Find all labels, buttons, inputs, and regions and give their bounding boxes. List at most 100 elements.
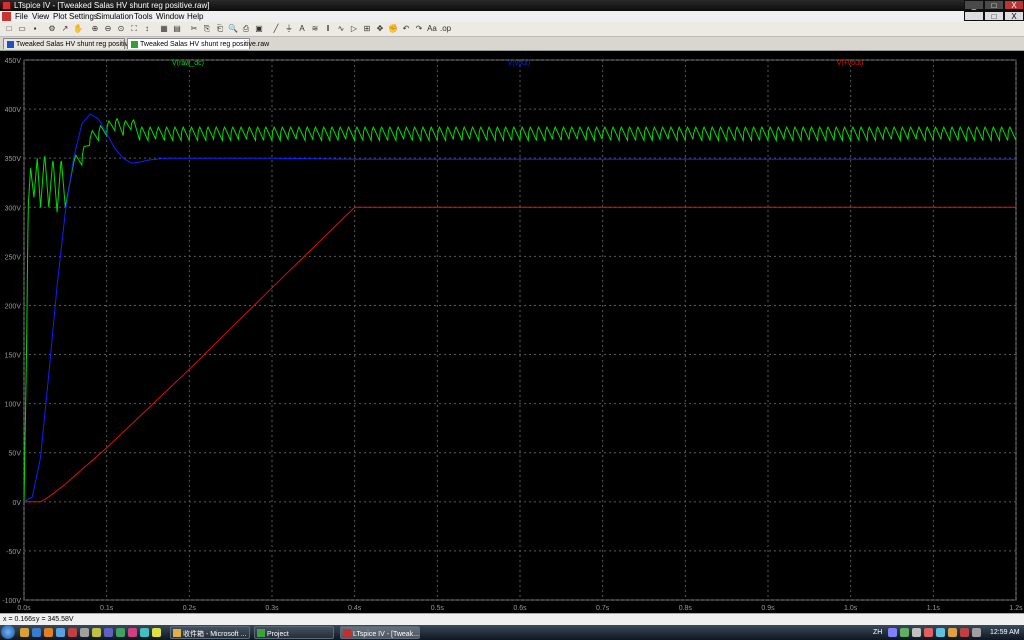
spice-directive-icon[interactable]: .op <box>440 24 451 34</box>
document-icon[interactable] <box>2 12 11 21</box>
ground-icon[interactable]: ⏚ <box>284 24 294 34</box>
firefox-icon[interactable] <box>44 628 53 637</box>
taskbar-ltspice-label: LTspice IV - [Tweak... <box>353 631 420 638</box>
legend-entry: V(raw_dc) <box>172 60 204 67</box>
copy-icon[interactable]: ⎘ <box>202 24 212 34</box>
ltspice-icon <box>343 629 351 637</box>
menu-window[interactable]: Window <box>156 11 184 22</box>
wire-icon[interactable]: ╱ <box>271 24 281 34</box>
y-tick-label: 450V <box>5 58 22 65</box>
x-tick-label: 0.7s <box>596 605 610 612</box>
menu-file[interactable]: File <box>15 11 28 22</box>
menu-plot-settings[interactable]: Plot Settings <box>53 11 98 22</box>
label-icon[interactable]: A <box>297 24 307 34</box>
menu-help[interactable]: Help <box>187 11 203 22</box>
taskbar-project-label: Project <box>267 631 289 638</box>
tray-icon-4[interactable] <box>924 628 933 637</box>
tab-schematic[interactable]: Tweaked Salas HV shunt reg positive.asc <box>3 38 145 49</box>
tab-bar: Tweaked Salas HV shunt reg positive.asc … <box>0 37 1024 51</box>
x-tick-label: 1.2s <box>1009 605 1023 612</box>
tray-icon-2[interactable] <box>900 628 909 637</box>
app-icon-4[interactable] <box>116 628 125 637</box>
internet-explorer-icon[interactable] <box>32 628 41 637</box>
app-icon-6[interactable] <box>140 628 149 637</box>
zoom-extents-icon[interactable]: ⛶ <box>129 24 139 34</box>
taskbar-outlook[interactable]: 收件箱 - Microsoft ... <box>170 626 250 639</box>
drag-icon[interactable]: ✊ <box>388 24 398 34</box>
resistor-icon[interactable]: ≋ <box>310 24 320 34</box>
minimize-button[interactable]: _ <box>964 0 984 10</box>
app-icon-7[interactable] <box>152 628 161 637</box>
taskbar-outlook-label: 收件箱 - Microsoft ... <box>183 631 247 638</box>
app-icon-2[interactable] <box>92 628 101 637</box>
window-controls: _ □ X <box>964 0 1024 11</box>
x-tick-label: 1.0s <box>844 605 858 612</box>
component-icon[interactable]: ⊞ <box>362 24 372 34</box>
y-tick-label: 350V <box>5 156 22 163</box>
zoom-in-icon[interactable]: ⊕ <box>90 24 100 34</box>
paste-icon[interactable]: ⎗ <box>215 24 225 34</box>
capacitor-icon[interactable]: ‖ <box>323 24 333 34</box>
tile-icon[interactable]: ▦ <box>159 24 169 34</box>
tray-icon-6[interactable] <box>960 628 969 637</box>
window-title: LTspice IV - [Tweaked Salas HV shunt reg… <box>14 1 210 10</box>
control-panel-icon[interactable]: ⚙ <box>47 24 57 34</box>
volume-icon[interactable] <box>972 628 981 637</box>
window-titlebar: LTspice IV - [Tweaked Salas HV shunt reg… <box>0 0 1024 11</box>
outlook-icon <box>173 629 181 637</box>
menu-tools[interactable]: Tools <box>134 11 153 22</box>
print-icon[interactable]: ⎙ <box>241 24 251 34</box>
tab-waveform-label: Tweaked Salas HV shunt reg positive.raw <box>140 41 270 48</box>
app-icon-3[interactable] <box>104 628 113 637</box>
taskbar-project[interactable]: Project <box>254 626 334 639</box>
open-icon[interactable]: ▭ <box>17 24 27 34</box>
waveform-icon <box>131 41 138 48</box>
doc-minimize-button[interactable]: _ <box>964 11 984 21</box>
doc-close-button[interactable]: X <box>1004 11 1024 21</box>
waveform-plot[interactable]: 0.0s 0.1s 0.2s 0.3s 0.4s 0.5s 0.6s 0.7s 0.8s 0.9s… <box>0 51 1024 613</box>
ltspice-app-icon[interactable] <box>2 1 11 10</box>
diode-icon[interactable]: ▷ <box>349 24 359 34</box>
tab-waveform[interactable]: Tweaked Salas HV shunt reg positive.raw <box>127 38 269 49</box>
maximize-button[interactable]: □ <box>984 0 1004 10</box>
redo-icon[interactable]: ↷ <box>414 24 424 34</box>
close-button[interactable]: X <box>1004 0 1024 10</box>
menu-simulation[interactable]: Simulation <box>96 11 133 22</box>
app-icon-5[interactable] <box>128 628 137 637</box>
menu-view[interactable]: View <box>32 11 49 22</box>
y-tick-label: 400V <box>5 107 22 114</box>
media-player-icon[interactable] <box>68 628 77 637</box>
tray-icon-5[interactable] <box>936 628 945 637</box>
project-icon <box>257 629 265 637</box>
tab-schematic-label: Tweaked Salas HV shunt reg positive.asc <box>16 41 145 48</box>
tray-icon-3[interactable] <box>912 628 921 637</box>
new-icon[interactable]: □ <box>4 24 14 34</box>
explorer-icon[interactable] <box>20 628 29 637</box>
tray-icon-1[interactable] <box>888 628 897 637</box>
x-tick-label: 0.0s <box>17 605 31 612</box>
language-indicator[interactable]: ZH <box>873 625 882 640</box>
autorange-icon[interactable]: ↕ <box>142 24 152 34</box>
cut-icon[interactable]: ✂ <box>189 24 199 34</box>
app-icon-1[interactable] <box>80 628 89 637</box>
zoom-fit-icon[interactable]: ⊙ <box>116 24 126 34</box>
inductor-icon[interactable]: ∿ <box>336 24 346 34</box>
x-tick-label: 0.1s <box>100 605 114 612</box>
save-icon[interactable]: ▪ <box>30 24 40 34</box>
doc-restore-button[interactable]: □ <box>984 11 1004 21</box>
network-icon[interactable] <box>948 628 957 637</box>
print-preview-icon[interactable]: ▣ <box>254 24 264 34</box>
find-icon[interactable]: 🔍 <box>228 24 238 34</box>
show-desktop-icon[interactable] <box>56 628 65 637</box>
start-button[interactable] <box>1 625 15 639</box>
clock[interactable]: 12:59 AM <box>990 625 1020 640</box>
text-icon[interactable]: Aa <box>427 24 437 34</box>
taskbar-ltspice[interactable]: LTspice IV - [Tweak... <box>340 626 420 639</box>
zoom-out-icon[interactable]: ⊖ <box>103 24 113 34</box>
waveform-chart[interactable]: 0.0s 0.1s 0.2s 0.3s 0.4s 0.5s 0.6s 0.7s 0.8s 0.9s… <box>0 51 1024 613</box>
cascade-icon[interactable]: ▤ <box>172 24 182 34</box>
move-icon[interactable]: ✥ <box>375 24 385 34</box>
undo-icon[interactable]: ↶ <box>401 24 411 34</box>
run-icon[interactable]: ↗ <box>60 24 70 34</box>
halt-icon[interactable]: ✋ <box>73 24 83 34</box>
